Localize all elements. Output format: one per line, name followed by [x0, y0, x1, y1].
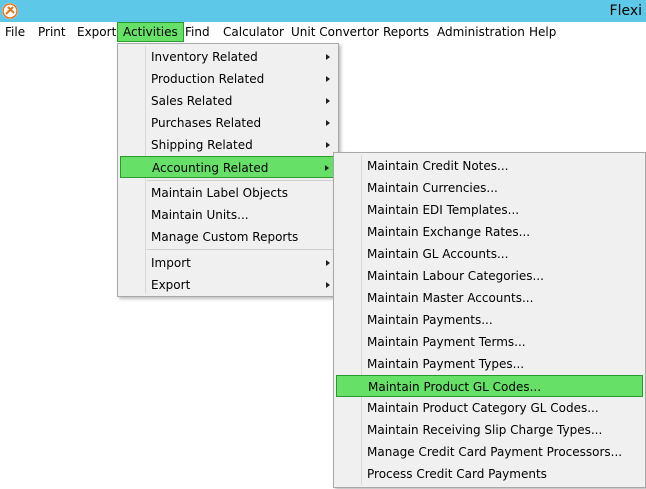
- title-bar: Flexi: [0, 0, 646, 22]
- chevron-right-icon: [326, 142, 330, 148]
- menu-item-label: Maintain Currencies...: [367, 181, 498, 195]
- activities-menu: Inventory Related Production Related Sal…: [117, 43, 339, 297]
- menu-item-maintain-payment-terms[interactable]: Maintain Payment Terms...: [336, 331, 643, 353]
- menu-separator: [147, 249, 334, 250]
- menu-item-production-related[interactable]: Production Related: [120, 68, 336, 90]
- menu-item-label: Maintain EDI Templates...: [367, 203, 520, 217]
- menu-item-export[interactable]: Export: [120, 274, 336, 296]
- menu-item-label: Inventory Related: [151, 50, 258, 64]
- menu-item-label: Process Credit Card Payments: [367, 467, 547, 481]
- chevron-right-icon: [326, 120, 330, 126]
- menu-item-label: Maintain Master Accounts...: [367, 291, 534, 305]
- menu-item-label: Maintain Product GL Codes...: [368, 380, 542, 394]
- app-logo-icon[interactable]: [2, 3, 18, 19]
- menu-item-label: Maintain Credit Notes...: [367, 159, 509, 173]
- menu-item-label: Shipping Related: [151, 138, 253, 152]
- menu-separator: [147, 180, 334, 181]
- chevron-right-icon: [326, 282, 330, 288]
- menu-unit-convertor[interactable]: Unit Convertor: [286, 23, 384, 41]
- menu-item-label: Maintain Labour Categories...: [367, 269, 544, 283]
- menu-item-maintain-credit-notes[interactable]: Maintain Credit Notes...: [336, 155, 643, 177]
- menu-item-maintain-gl-accounts[interactable]: Maintain GL Accounts...: [336, 243, 643, 265]
- menu-calculator[interactable]: Calculator: [218, 23, 289, 41]
- menu-item-label: Export: [151, 278, 191, 292]
- menu-item-maintain-currencies[interactable]: Maintain Currencies...: [336, 177, 643, 199]
- menu-item-maintain-receiving-slip-charge-types[interactable]: Maintain Receiving Slip Charge Types...: [336, 419, 643, 441]
- menu-item-maintain-edi-templates[interactable]: Maintain EDI Templates...: [336, 199, 643, 221]
- menu-item-maintain-label-objects[interactable]: Maintain Label Objects: [120, 182, 336, 204]
- chevron-right-icon: [326, 76, 330, 82]
- accounting-submenu: Maintain Credit Notes... Maintain Curren…: [333, 152, 646, 488]
- window-title: Flexi: [609, 3, 642, 19]
- menu-print[interactable]: Print: [33, 23, 71, 41]
- menu-item-label: Purchases Related: [151, 116, 262, 130]
- menu-administration[interactable]: Administration: [432, 23, 530, 41]
- chevron-right-icon: [326, 98, 330, 104]
- menu-help[interactable]: Help: [524, 23, 561, 41]
- menu-item-process-credit-card-payments[interactable]: Process Credit Card Payments: [336, 463, 643, 485]
- menu-item-maintain-labour-categories[interactable]: Maintain Labour Categories...: [336, 265, 643, 287]
- menu-item-label: Maintain Product Category GL Codes...: [367, 401, 599, 415]
- menu-item-label: Maintain GL Accounts...: [367, 247, 509, 261]
- menu-export[interactable]: Export: [72, 23, 121, 41]
- menu-item-maintain-master-accounts[interactable]: Maintain Master Accounts...: [336, 287, 643, 309]
- menu-item-label: Manage Custom Reports: [151, 230, 299, 244]
- menu-item-label: Maintain Payment Terms...: [367, 335, 526, 349]
- menu-item-shipping-related[interactable]: Shipping Related: [120, 134, 336, 156]
- menu-item-accounting-related[interactable]: Accounting Related: [120, 156, 336, 178]
- menu-item-label: Maintain Units...: [151, 208, 249, 222]
- menu-item-maintain-exchange-rates[interactable]: Maintain Exchange Rates...: [336, 221, 643, 243]
- menu-bar: File Print Export Activities Find Calcul…: [0, 22, 646, 43]
- menu-item-manage-credit-card-payment-processors[interactable]: Manage Credit Card Payment Processors...: [336, 441, 643, 463]
- menu-item-sales-related[interactable]: Sales Related: [120, 90, 336, 112]
- menu-reports[interactable]: Reports: [378, 23, 434, 41]
- menu-item-label: Maintain Payments...: [367, 313, 493, 327]
- menu-item-maintain-product-gl-codes[interactable]: Maintain Product GL Codes...: [336, 375, 643, 397]
- menu-item-purchases-related[interactable]: Purchases Related: [120, 112, 336, 134]
- menu-item-label: Accounting Related: [152, 161, 269, 175]
- menu-item-maintain-payments[interactable]: Maintain Payments...: [336, 309, 643, 331]
- menu-item-maintain-payment-types[interactable]: Maintain Payment Types...: [336, 353, 643, 375]
- menu-item-inventory-related[interactable]: Inventory Related: [120, 46, 336, 68]
- menu-file[interactable]: File: [0, 23, 30, 41]
- menu-item-maintain-product-category-gl-codes[interactable]: Maintain Product Category GL Codes...: [336, 397, 643, 419]
- menu-item-manage-custom-reports[interactable]: Manage Custom Reports: [120, 226, 336, 248]
- chevron-right-icon: [326, 260, 330, 266]
- menu-find[interactable]: Find: [180, 23, 215, 41]
- menu-item-maintain-units[interactable]: Maintain Units...: [120, 204, 336, 226]
- menu-activities[interactable]: Activities: [117, 22, 184, 42]
- menu-item-label: Import: [151, 256, 191, 270]
- menu-item-label: Production Related: [151, 72, 265, 86]
- menu-item-label: Sales Related: [151, 94, 233, 108]
- menu-item-label: Manage Credit Card Payment Processors...: [367, 445, 623, 459]
- menu-item-label: Maintain Payment Types...: [367, 357, 525, 371]
- menu-item-label: Maintain Receiving Slip Charge Types...: [367, 423, 603, 437]
- chevron-right-icon: [325, 165, 329, 171]
- menu-item-label: Maintain Label Objects: [151, 186, 288, 200]
- menu-item-import[interactable]: Import: [120, 252, 336, 274]
- menu-item-label: Maintain Exchange Rates...: [367, 225, 531, 239]
- chevron-right-icon: [326, 54, 330, 60]
